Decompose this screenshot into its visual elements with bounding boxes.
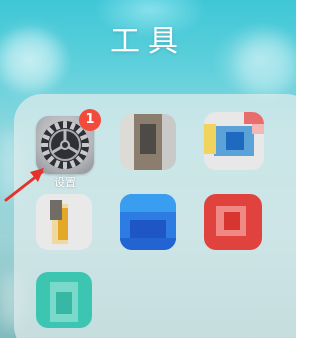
annotation-arrow: [4, 168, 44, 202]
home-screen: 工具 1 设置: [0, 0, 296, 338]
